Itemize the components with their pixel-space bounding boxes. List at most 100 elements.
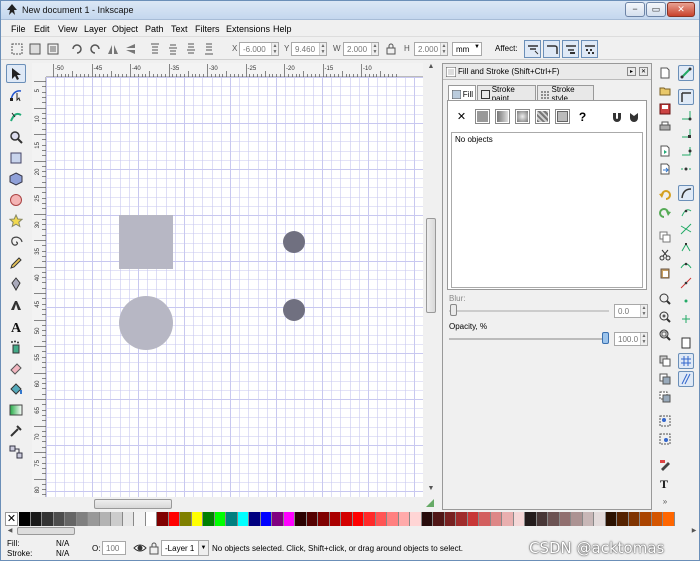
palette-swatch[interactable]	[525, 512, 537, 526]
snap-bbox-midpoints-icon[interactable]	[678, 143, 694, 159]
text-font-dialog-icon[interactable]: T	[657, 475, 673, 491]
palette-swatch[interactable]	[433, 512, 445, 526]
calligraphy-tool-icon[interactable]	[6, 295, 26, 314]
flip-vertical-icon[interactable]	[123, 41, 139, 57]
selector-tool-icon[interactable]	[6, 64, 26, 83]
node-tool-icon[interactable]	[6, 85, 26, 104]
select-all-icon[interactable]	[9, 41, 25, 57]
undo-icon[interactable]	[657, 187, 673, 203]
palette-swatch[interactable]	[318, 512, 330, 526]
fill-rule-evenodd-icon[interactable]	[609, 109, 624, 124]
snap-bbox-corners-icon[interactable]	[678, 125, 694, 141]
palette-swatch[interactable]	[582, 512, 594, 526]
horizontal-ruler[interactable]: -50 -45 -40 -35 -30 -25 -20 -15 -10	[46, 63, 423, 77]
paste-icon[interactable]	[657, 265, 673, 281]
text-tool-icon[interactable]: A	[6, 316, 26, 335]
flip-horizontal-icon[interactable]	[105, 41, 121, 57]
linear-gradient-icon[interactable]	[495, 109, 510, 124]
palette-swatch[interactable]	[444, 512, 456, 526]
dropper-tool-icon[interactable]	[6, 421, 26, 440]
palette-swatch[interactable]	[111, 512, 123, 526]
rotate-cw-icon[interactable]	[87, 41, 103, 57]
unlink-clone-icon[interactable]	[657, 389, 673, 405]
rectangle-tool-icon[interactable]	[6, 148, 26, 167]
small-dot-object-top[interactable]	[283, 231, 305, 253]
palette-scroll-right-icon[interactable]: ▶	[689, 526, 699, 536]
layer-select[interactable]: -Layer 1 ▼	[161, 540, 209, 556]
palette-swatch[interactable]	[490, 512, 502, 526]
drawing-canvas[interactable]	[46, 77, 423, 497]
palette-swatch[interactable]	[157, 512, 169, 526]
spray-tool-icon[interactable]	[6, 337, 26, 356]
snap-rotation-centers-icon[interactable]	[678, 311, 694, 327]
palette-swatch[interactable]	[283, 512, 295, 526]
tab-stroke-style[interactable]: Stroke style	[537, 85, 594, 103]
palette-swatch[interactable]	[134, 512, 146, 526]
w-spin-arrows[interactable]: ▲ ▼	[371, 43, 378, 55]
swatch-icon[interactable]	[555, 109, 570, 124]
vertical-scrollbar[interactable]: ▲ ▼	[424, 63, 438, 497]
unset-paint-icon[interactable]: ?	[575, 109, 590, 124]
menu-text[interactable]: Text	[171, 24, 188, 34]
snap-cusp-nodes-icon[interactable]	[678, 239, 694, 255]
palette-swatch[interactable]	[249, 512, 261, 526]
y-spin-arrows[interactable]: ▲ ▼	[319, 43, 326, 55]
vertical-ruler[interactable]: 5 10 15 20 25 30 35 40 45 50 55 60 65 70 75 80	[32, 77, 46, 497]
lock-icon[interactable]	[383, 41, 399, 57]
palette-swatch[interactable]	[663, 512, 675, 526]
affect-gradient-icon[interactable]	[562, 40, 579, 58]
opacity-slider-handle[interactable]	[602, 332, 609, 344]
blur-spin-arrows[interactable]: ▲ ▼	[640, 305, 647, 317]
import-icon[interactable]	[657, 143, 673, 159]
open-icon[interactable]	[657, 83, 673, 99]
zoom-selection-icon[interactable]	[657, 291, 673, 307]
palette-swatch[interactable]	[214, 512, 226, 526]
palette-swatch[interactable]	[341, 512, 353, 526]
palette-swatch[interactable]	[605, 512, 617, 526]
eye-icon[interactable]	[133, 541, 147, 555]
blur-field[interactable]: 0.0 ▲ ▼	[614, 304, 648, 318]
fill-rule-nonzero-icon[interactable]	[626, 109, 641, 124]
paint-bucket-tool-icon[interactable]	[6, 379, 26, 398]
scroll-down-icon[interactable]: ▼	[424, 485, 438, 497]
blur-slider-track[interactable]	[449, 310, 609, 312]
palette-swatch[interactable]	[617, 512, 629, 526]
palette-swatch[interactable]	[456, 512, 468, 526]
snap-bbox-centers-icon[interactable]	[678, 161, 694, 177]
select-all-layers-icon[interactable]	[27, 41, 43, 57]
palette-swatch[interactable]	[352, 512, 364, 526]
palette-swatch[interactable]	[145, 512, 157, 526]
more-commands-icon[interactable]: »	[657, 493, 673, 509]
snap-object-centers-icon[interactable]	[678, 293, 694, 309]
palette-swatch[interactable]	[548, 512, 560, 526]
export-icon[interactable]	[657, 161, 673, 177]
opacity-status-field[interactable]: 100	[102, 541, 126, 555]
pen-tool-icon[interactable]	[6, 274, 26, 293]
palette-swatch[interactable]	[502, 512, 514, 526]
palette-swatch[interactable]	[65, 512, 77, 526]
palette-swatch[interactable]	[640, 512, 652, 526]
snap-page-border-icon[interactable]	[678, 335, 694, 351]
raise-icon[interactable]	[165, 41, 181, 57]
palette-swatch[interactable]	[42, 512, 54, 526]
flat-color-icon[interactable]	[475, 109, 490, 124]
palette-scroll-thumb[interactable]	[17, 527, 75, 535]
copy-icon[interactable]	[657, 229, 673, 245]
palette-swatch[interactable]	[467, 512, 479, 526]
x-field[interactable]: -6.000 ▲ ▼	[239, 42, 279, 56]
snap-grid-icon[interactable]	[678, 353, 694, 369]
snap-midpoints-icon[interactable]	[678, 275, 694, 291]
opacity-spin-arrows[interactable]: ▲ ▼	[640, 333, 647, 345]
palette-swatch[interactable]	[295, 512, 307, 526]
affect-stroke-icon[interactable]	[524, 40, 541, 58]
snap-guides-icon[interactable]	[678, 371, 694, 387]
layer-lock-icon[interactable]	[148, 541, 160, 555]
clone-icon[interactable]	[657, 371, 673, 387]
menu-filters[interactable]: Filters	[195, 24, 220, 34]
print-icon[interactable]	[657, 119, 673, 135]
menu-path[interactable]: Path	[145, 24, 164, 34]
palette-swatch[interactable]	[375, 512, 387, 526]
palette-swatch[interactable]	[410, 512, 422, 526]
palette-swatch[interactable]	[19, 512, 31, 526]
palette-swatch[interactable]	[651, 512, 663, 526]
